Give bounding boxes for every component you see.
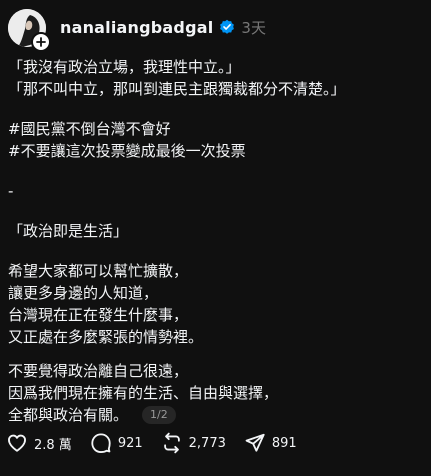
plus-icon <box>36 37 46 47</box>
post-timestamp: 3天 <box>241 18 266 37</box>
comment-bubble-icon <box>91 433 111 453</box>
post-line: 又正處在多麼緊張的情勢裡。 <box>8 328 204 346</box>
post-header: nanaliangbadgal 3天 <box>60 14 266 40</box>
post-line: 因爲我們現在擁有的生活、自由與選擇， <box>8 384 279 402</box>
username-link[interactable]: nanaliangbadgal <box>60 18 213 37</box>
post-line: 「我沒有政治立場，我理性中立。」 <box>8 58 241 76</box>
action-bar: 2.8 萬 921 2,773 891 <box>6 430 315 456</box>
post-line: 「那不叫中立，那叫到連民主跟獨裁都分不清楚。」 <box>8 80 346 98</box>
verified-badge-icon <box>219 19 235 35</box>
repost-count: 2,773 <box>188 435 226 451</box>
post-line: 全都與政治有關。 <box>8 406 129 424</box>
comment-button[interactable]: 921 <box>90 430 143 456</box>
post-line: - <box>8 182 14 200</box>
post-body: 「我沒有政治立場，我理性中立。」 「那不叫中立，那叫到連民主跟獨裁都分不清楚。」… <box>8 56 423 426</box>
heart-icon <box>8 434 26 452</box>
repost-icon <box>163 432 180 454</box>
like-button[interactable]: 2.8 萬 <box>6 430 72 456</box>
repost-button[interactable]: 2,773 <box>161 430 226 456</box>
post-line: 台灣現在正在發生什麼事， <box>8 306 189 324</box>
share-button[interactable]: 891 <box>244 430 297 456</box>
comment-count: 921 <box>117 435 143 451</box>
thread-post: nanaliangbadgal 3天 「我沒有政治立場，我理性中立。」 「那不叫… <box>0 0 431 476</box>
page-indicator: 1/2 <box>142 406 176 424</box>
post-line: 「政治即是生活」 <box>8 222 129 240</box>
post-line: 讓更多身邊的人知道， <box>8 284 159 302</box>
send-icon <box>245 433 265 452</box>
like-count: 2.8 萬 <box>34 437 72 453</box>
hashtag-link[interactable]: #國民黨不倒台灣不會好 <box>8 118 423 140</box>
avatar[interactable] <box>8 9 51 52</box>
follow-button[interactable] <box>31 32 51 52</box>
share-count: 891 <box>271 435 297 451</box>
post-line: 希望大家都可以幫忙擴散， <box>8 262 189 280</box>
hashtag-link[interactable]: #不要讓這次投票變成最後一次投票 <box>8 140 423 162</box>
post-line-last: 全都與政治有關。 1/2 <box>8 404 423 426</box>
post-line: 不要覺得政治離自己很遠， <box>8 362 189 380</box>
